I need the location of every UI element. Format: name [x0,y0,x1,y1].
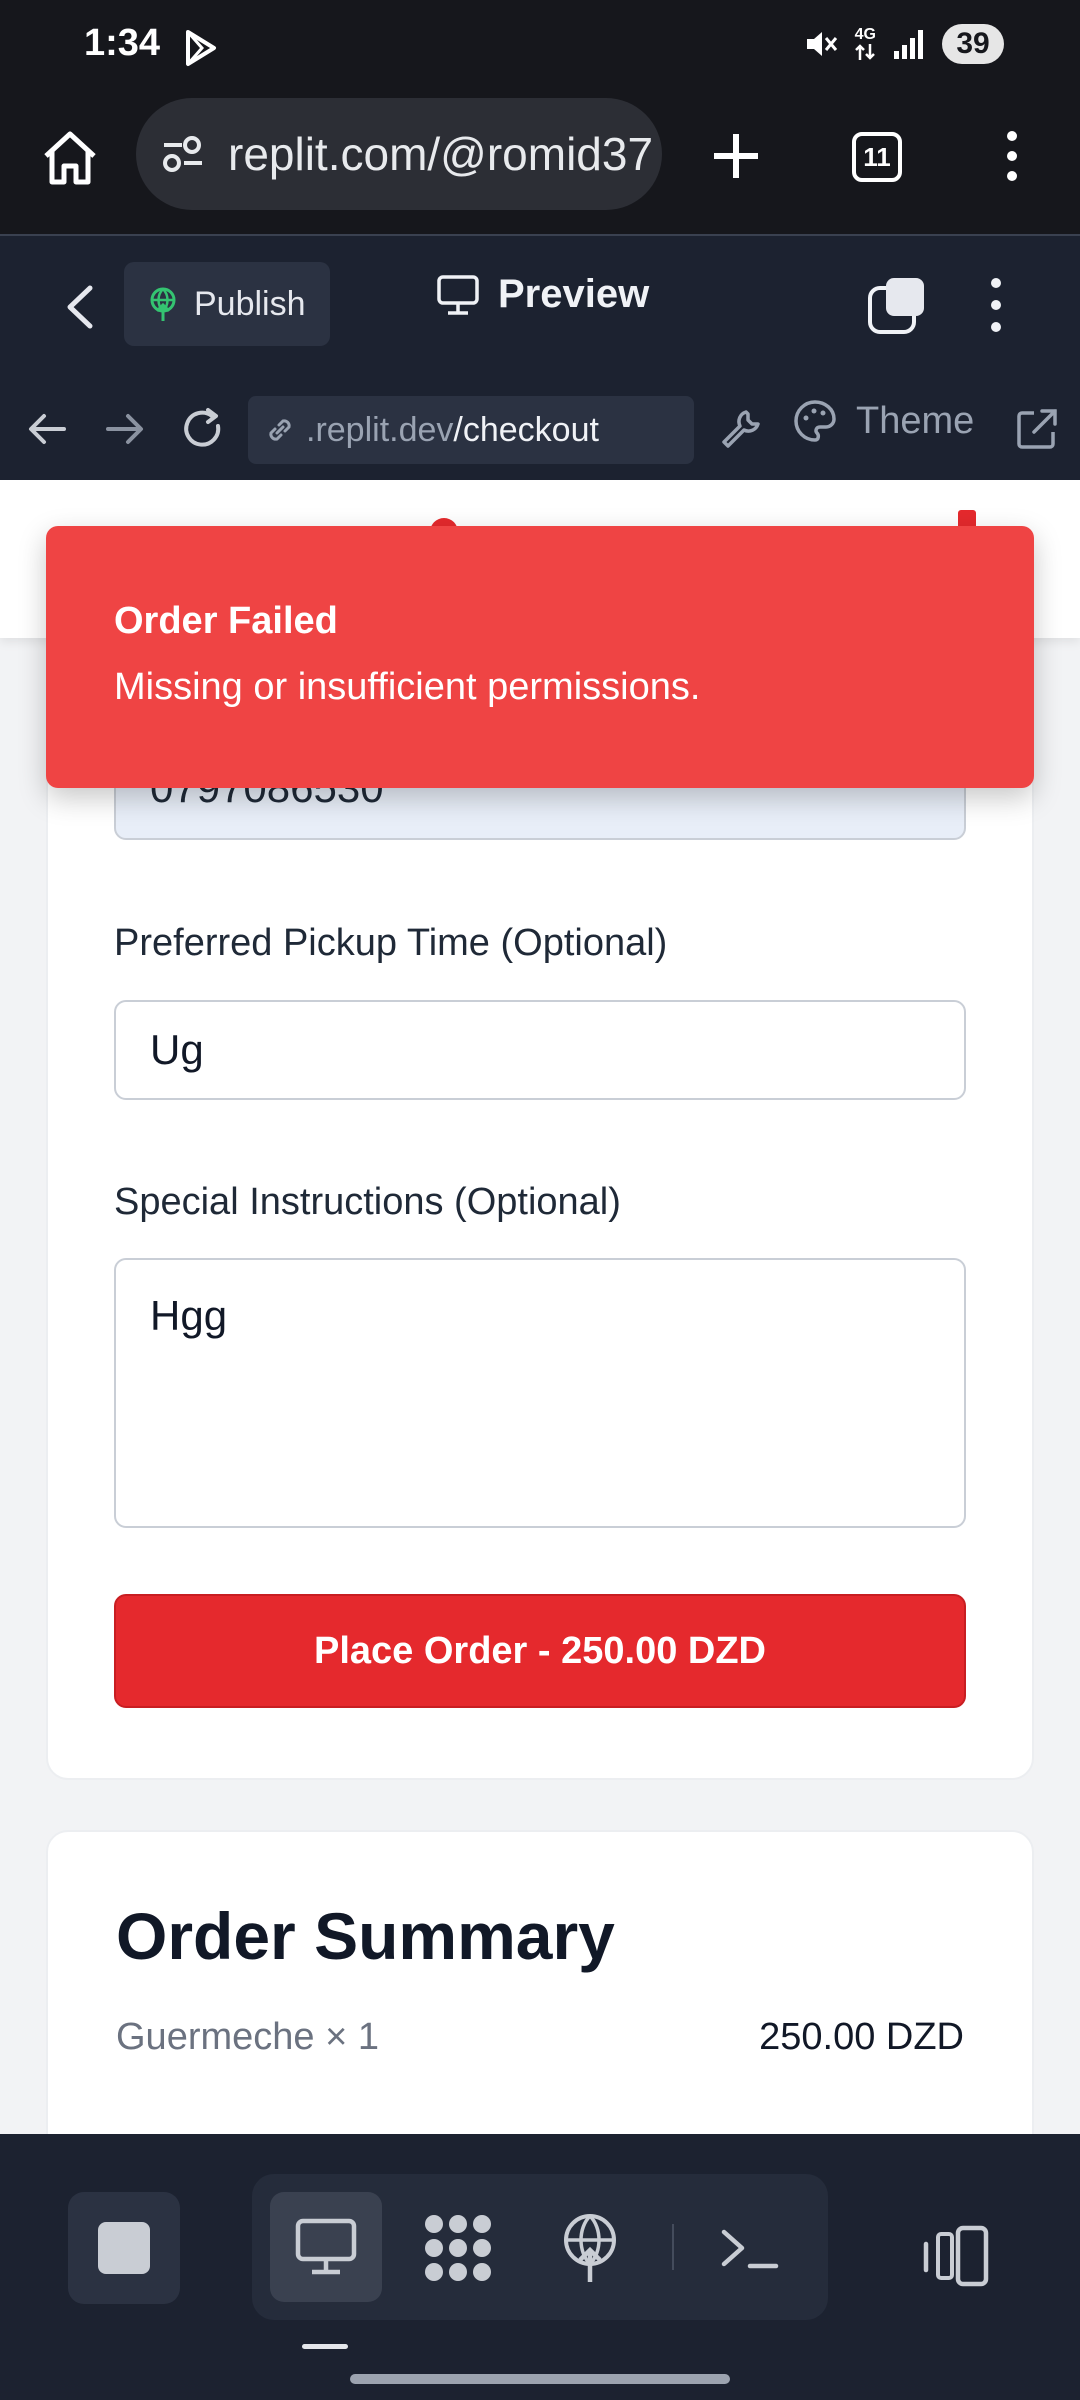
network-indicator: 4G [855,27,876,61]
wrench-icon[interactable] [716,404,766,454]
kebab-menu-icon[interactable] [978,272,1014,338]
replit-bottom-bar [0,2134,1080,2400]
site-settings-icon[interactable] [160,131,206,177]
url-bar[interactable]: replit.com/@romid37 [136,98,662,210]
webview-nav-bar: .replit.dev/checkout Theme [0,378,1080,480]
stop-icon [98,2222,150,2274]
publish-button[interactable]: Publish [124,262,330,346]
instructions-value: Hgg [150,1292,228,1339]
link-icon [269,419,291,441]
instructions-textarea[interactable]: Hgg [114,1258,966,1528]
webview-address-bar[interactable]: .replit.dev/checkout [248,396,694,464]
play-store-icon [186,30,216,66]
home-icon[interactable] [38,126,102,190]
place-order-button[interactable]: Place Order - 250.00 DZD [114,1594,966,1708]
active-tool-indicator [302,2344,348,2349]
theme-label: Theme [856,399,975,442]
replit-header: Publish Preview [0,234,1080,378]
pickup-time-value: Ug [150,1026,204,1073]
preview-label: Preview [498,272,650,316]
pickup-time-input[interactable]: Ug [114,1000,966,1100]
summary-item-price: 250.00 DZD [759,2016,964,2058]
tab-switcher-button[interactable]: 11 [852,132,902,182]
arrow-left-icon[interactable] [22,404,72,454]
monitor-icon [295,2218,357,2275]
address-path: /checkout [453,410,599,449]
arrow-right-icon[interactable] [100,404,150,454]
theme-button[interactable]: Theme [792,398,974,444]
preview-tool-button[interactable] [270,2192,382,2302]
pickup-time-label: Preferred Pickup Time (Optional) [114,922,668,964]
device-preview-icon[interactable] [920,2224,992,2290]
status-time: 1:34 [84,22,161,64]
status-bar: 1:34 4G 39 [0,0,1080,96]
stop-button[interactable] [68,2192,180,2304]
open-external-icon[interactable] [1012,404,1062,454]
order-summary-card: Order Summary Guermeche × 1 250.00 DZD [46,1830,1034,2134]
monitor-icon [437,274,479,315]
toast-message: Missing or insufficient permissions. [114,666,701,708]
back-chevron-icon[interactable] [60,282,100,332]
palette-icon [794,400,836,442]
summary-item-name: Guermeche × 1 [116,2016,379,2058]
url-text: replit.com/@romid37 [228,128,654,180]
instructions-label: Special Instructions (Optional) [114,1181,621,1223]
browser-toolbar: replit.com/@romid37 11 [0,96,1080,234]
signal-icon [894,30,923,59]
network-type-label: 4G [854,26,876,43]
new-tab-icon[interactable] [706,126,766,186]
order-summary-title: Order Summary [116,1899,615,1973]
reload-icon[interactable] [178,404,228,454]
publish-icon [150,287,176,321]
preview-tab[interactable]: Preview [436,272,649,317]
gesture-handle[interactable] [350,2374,730,2384]
battery-badge: 39 [942,24,1004,64]
mute-icon [806,32,837,56]
layers-icon[interactable] [866,276,926,336]
address-host: .replit.dev [306,410,454,449]
tool-switcher [252,2174,828,2320]
data-arrows-icon [855,44,876,60]
agent-icon[interactable] [420,2210,496,2286]
error-toast[interactable]: Order Failed Missing or insufficient per… [46,526,1034,788]
tool-separator [672,2224,674,2270]
status-icons: 4G 39 [803,24,1004,64]
toast-title: Order Failed [114,600,338,642]
terminal-icon[interactable] [712,2210,788,2286]
publish-label: Publish [194,284,306,323]
deploy-icon[interactable] [552,2210,628,2286]
more-menu-icon[interactable] [994,126,1030,186]
